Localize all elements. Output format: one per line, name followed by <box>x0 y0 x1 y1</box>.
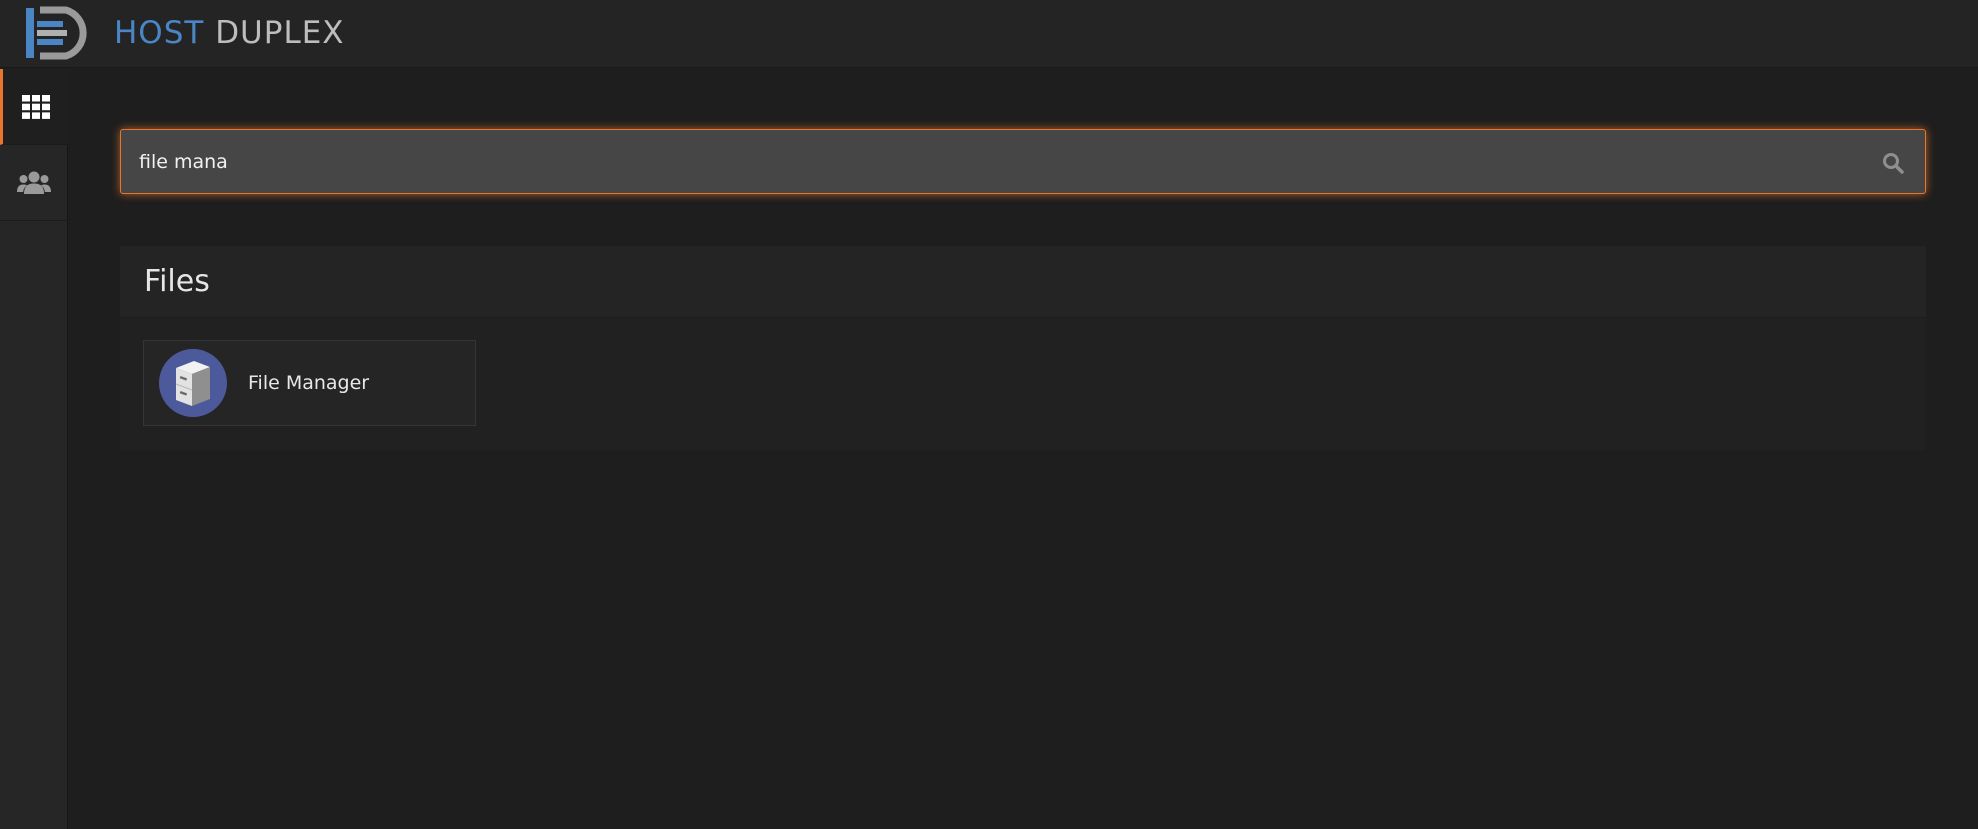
brand-word-host: HOST <box>114 15 205 51</box>
sidebar-item-tools[interactable] <box>0 69 68 145</box>
file-manager-card[interactable]: File Manager <box>143 340 476 426</box>
file-cabinet-icon <box>159 349 227 417</box>
section-header: Files <box>120 246 1926 318</box>
brand-name: HOST DUPLEX <box>114 15 345 51</box>
sidebar-item-users[interactable] <box>0 145 68 221</box>
logo-mark-icon <box>26 6 87 60</box>
brand-word-duplex: DUPLEX <box>215 15 345 51</box>
section-body: File Manager <box>120 318 1926 450</box>
grid-icon <box>21 94 50 119</box>
sidebar <box>0 69 68 829</box>
users-icon <box>17 171 51 194</box>
search-input[interactable] <box>121 130 1925 193</box>
top-bar: HOST DUPLEX <box>0 0 1978 68</box>
search-icon[interactable] <box>1881 151 1905 175</box>
results-section-files: Files File Manager <box>120 246 1926 450</box>
section-title: Files <box>144 264 210 299</box>
file-manager-label: File Manager <box>248 372 370 394</box>
search-box <box>120 129 1926 194</box>
brand-logo[interactable]: HOST DUPLEX <box>24 6 345 60</box>
